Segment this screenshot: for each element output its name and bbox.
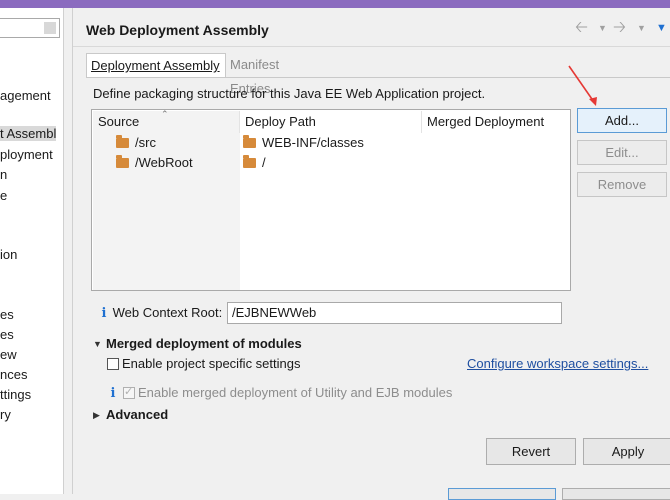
- project-specific-checkbox[interactable]: [107, 358, 119, 370]
- enable-merged-label: Enable merged deployment of Utility and …: [138, 385, 453, 400]
- table-row[interactable]: /WebRoot: [116, 154, 193, 172]
- project-specific-label[interactable]: Enable project specific settings: [122, 356, 300, 371]
- configure-workspace-link[interactable]: Configure workspace settings...: [467, 356, 648, 371]
- back-menu-chevron-icon[interactable]: ▼: [598, 18, 607, 38]
- row-deploy-path: WEB-INF/classes: [262, 135, 364, 150]
- merged-info-row: i: [108, 385, 118, 401]
- info-icon: i: [110, 386, 116, 401]
- remove-button-label: Remove: [597, 177, 647, 192]
- table-row-deploy-path[interactable]: /: [243, 154, 266, 172]
- column-header-source[interactable]: Source ⌃: [93, 109, 240, 133]
- add-button[interactable]: Add...: [577, 108, 667, 133]
- enable-merged-checkbox[interactable]: ✓: [123, 386, 135, 399]
- column-header-merged-label: Merged Deployment: [427, 114, 545, 129]
- column-header-deploy-path-label: Deploy Path: [245, 114, 316, 129]
- view-menu-icon[interactable]: ▼: [656, 18, 667, 38]
- column-header-deploy-path[interactable]: Deploy Path: [240, 111, 422, 133]
- folder-icon: [243, 155, 256, 168]
- column-header-source-label: Source: [98, 114, 140, 129]
- tree-item[interactable]: ry: [0, 407, 11, 422]
- tree-item[interactable]: e: [0, 188, 7, 203]
- edit-button[interactable]: Edit...: [577, 140, 667, 165]
- info-icon: i: [101, 306, 107, 321]
- folder-icon: [116, 155, 129, 168]
- tree-item[interactable]: ployment: [0, 147, 53, 162]
- annotation-arrow-icon: [568, 65, 597, 106]
- advanced-section-title[interactable]: Advanced: [106, 407, 168, 422]
- tree-item[interactable]: es: [0, 307, 14, 322]
- tree-item[interactable]: es: [0, 327, 14, 342]
- page-title: Web Deployment Assembly: [86, 22, 269, 38]
- tree-item[interactable]: n: [0, 167, 7, 182]
- expand-collapse-icon[interactable]: ▼: [93, 339, 102, 349]
- forward-arrow-icon[interactable]: 🡢: [613, 18, 626, 38]
- remove-button[interactable]: Remove: [577, 172, 667, 197]
- context-root-input[interactable]: /EJBNEWWeb: [227, 302, 562, 324]
- row-source: /src: [135, 135, 156, 150]
- add-button-label: Add...: [605, 113, 639, 128]
- folder-icon: [116, 135, 129, 148]
- tree-item[interactable]: ew: [0, 347, 17, 362]
- deployment-table[interactable]: Source ⌃ Deploy Path Merged Deployment /…: [91, 109, 571, 291]
- tree-item[interactable]: nces: [0, 367, 27, 382]
- column-header-merged-deployment[interactable]: Merged Deployment: [422, 111, 569, 133]
- table-row[interactable]: /src: [116, 134, 156, 152]
- tree-item[interactable]: ttings: [0, 387, 31, 402]
- tree-item[interactable]: ion: [0, 247, 17, 262]
- revert-button-label: Revert: [511, 444, 551, 459]
- tree-item[interactable]: agement: [0, 88, 51, 103]
- panel-splitter[interactable]: [64, 8, 73, 494]
- row-deploy-path: /: [262, 155, 266, 170]
- clear-filter-icon[interactable]: [44, 22, 56, 34]
- back-arrow-icon[interactable]: 🡠: [575, 18, 588, 38]
- context-root-row: i Web Context Root:: [99, 305, 223, 321]
- revert-button[interactable]: Revert: [486, 438, 576, 465]
- forward-menu-chevron-icon[interactable]: ▼: [637, 18, 646, 38]
- expand-arrow-icon[interactable]: ▶: [93, 410, 100, 421]
- merged-section-title[interactable]: Merged deployment of modules: [106, 336, 302, 351]
- row-source: /WebRoot: [135, 155, 193, 170]
- header-separator: [73, 46, 670, 47]
- tab-deployment-assembly[interactable]: Deployment Assembly: [86, 53, 226, 77]
- tab-deployment-assembly-mnemonic: Deployment Assembly: [91, 58, 220, 73]
- tab-manifest-entries[interactable]: Manifest Entries: [226, 53, 326, 96]
- checkmark-icon: ✓: [124, 386, 134, 398]
- dialog-ok-button[interactable]: [448, 488, 556, 500]
- tree-item[interactable]: t Assembl: [0, 126, 56, 141]
- window-title-bar: [0, 0, 670, 8]
- sort-ascending-icon: ⌃: [161, 109, 169, 119]
- context-root-label: Web Context Root:: [112, 305, 223, 320]
- apply-button[interactable]: Apply: [583, 438, 670, 465]
- table-row-deploy-path[interactable]: WEB-INF/classes: [243, 134, 364, 152]
- apply-button-label: Apply: [611, 444, 645, 459]
- tree-filter-input[interactable]: [0, 18, 60, 38]
- description-text: Define packaging structure for this Java…: [93, 86, 486, 101]
- preferences-tree: agement t Assembl ployment n e ion es es ew nces t…: [0, 8, 64, 494]
- dialog-cancel-button[interactable]: [562, 488, 670, 500]
- folder-icon: [243, 135, 256, 148]
- edit-button-label: Edit...: [605, 145, 639, 160]
